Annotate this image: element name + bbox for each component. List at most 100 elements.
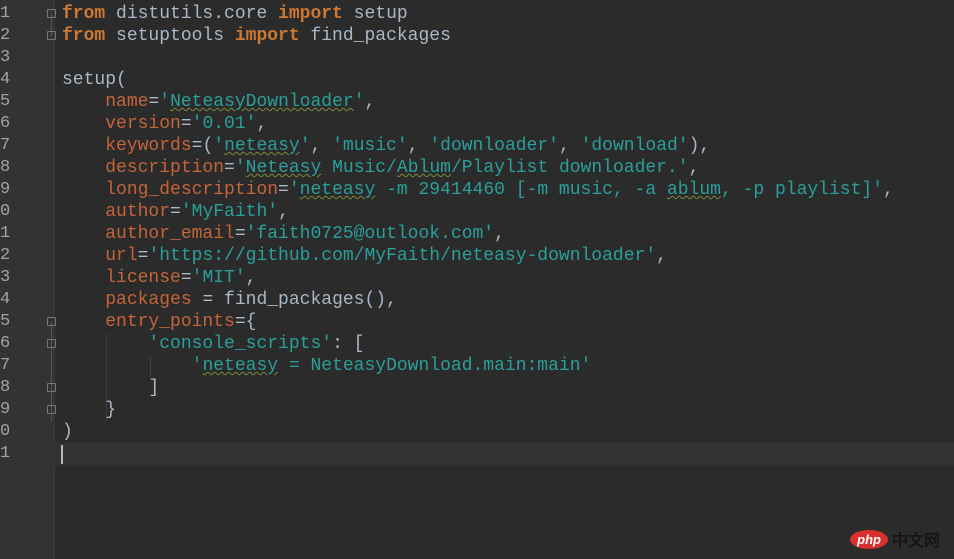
code-token: , xyxy=(364,92,376,112)
code-token: , xyxy=(310,136,333,156)
watermark: php 中文网 xyxy=(850,527,940,551)
string-token: Ablum xyxy=(396,158,451,178)
line-number: 9 xyxy=(0,180,11,199)
code-token: find_packages xyxy=(299,26,451,46)
code-editor[interactable]: from distutils.core import setup from set… xyxy=(62,3,954,465)
fold-icon[interactable] xyxy=(47,383,56,392)
string-token: neteasy xyxy=(224,136,300,156)
code-token: , xyxy=(407,136,430,156)
param-token: description xyxy=(105,158,225,178)
string-token: neteasy xyxy=(202,356,279,376)
string-token: ablum xyxy=(666,180,721,200)
code-token: setup xyxy=(342,4,408,24)
param-token: author_email xyxy=(105,224,235,244)
string-token: neteasy xyxy=(299,180,376,200)
param-token: name xyxy=(105,92,149,112)
code-line: } xyxy=(62,399,954,421)
code-token: , xyxy=(256,114,268,134)
code-token: =( xyxy=(191,136,214,156)
line-number: 8 xyxy=(0,158,11,177)
line-number: 3 xyxy=(0,268,11,287)
string-token: 'music' xyxy=(332,136,408,156)
line-number: 1 xyxy=(0,444,11,463)
string-token: 'download' xyxy=(580,136,689,156)
code-line: license='MIT', xyxy=(62,267,954,289)
string-token: -m 29414460 [-m music, -a xyxy=(375,180,667,200)
code-token: = xyxy=(278,180,289,200)
keyword-token: import xyxy=(234,26,300,46)
line-number: 5 xyxy=(0,312,11,331)
code-token: setup( xyxy=(62,70,127,90)
line-number: 1 xyxy=(0,224,11,243)
param-token: license xyxy=(105,268,181,288)
string-token: 'console_scripts' xyxy=(148,334,333,354)
string-token: ' xyxy=(288,180,300,200)
string-token: /Playlist downloader.' xyxy=(450,158,689,178)
code-line: name='NeteasyDownloader', xyxy=(62,91,954,113)
string-token: 'MyFaith' xyxy=(180,202,279,222)
line-number: 6 xyxy=(0,114,11,133)
line-number: 9 xyxy=(0,400,11,419)
string-token: , -p playlist]' xyxy=(720,180,883,200)
string-token: ' xyxy=(191,356,203,376)
code-line: url='https://github.com/MyFaith/neteasy-… xyxy=(62,245,954,267)
code-line: version='0.01', xyxy=(62,113,954,135)
string-token: 'faith0725@outlook.com' xyxy=(245,224,495,244)
code-line: ​ xyxy=(62,443,954,465)
line-number: 4 xyxy=(0,70,11,89)
code-token: = find_packages(), xyxy=(191,290,397,310)
param-token: entry_points xyxy=(105,312,235,332)
code-line: long_description='neteasy -m 29414460 [-… xyxy=(62,179,954,201)
line-number: 0 xyxy=(0,422,11,441)
fold-icon[interactable] xyxy=(47,9,56,18)
fold-icon[interactable] xyxy=(47,339,56,348)
line-number: 0 xyxy=(0,202,11,221)
line-number: 1 xyxy=(0,4,11,23)
line-number: 2 xyxy=(0,26,11,45)
code-line: from setuptools import find_packages xyxy=(62,25,954,47)
code-token: ] xyxy=(62,378,160,398)
string-token: ' xyxy=(234,158,246,178)
fold-icon[interactable] xyxy=(47,317,56,326)
fold-icon[interactable] xyxy=(47,405,56,414)
code-token: , xyxy=(245,268,257,288)
string-token: 'https://github.com/MyFaith/neteasy-down… xyxy=(148,246,657,266)
fold-icon[interactable] xyxy=(47,31,56,40)
code-line: packages = find_packages(), xyxy=(62,289,954,311)
code-token: } xyxy=(62,400,117,420)
keyword-token: from xyxy=(62,26,106,46)
code-line: author_email='faith0725@outlook.com', xyxy=(62,223,954,245)
param-token: author xyxy=(105,202,171,222)
string-token: '0.01' xyxy=(191,114,257,134)
code-line: 'console_scripts': [ xyxy=(62,333,954,355)
param-token: keywords xyxy=(105,136,192,156)
line-number: 6 xyxy=(0,334,11,353)
code-token: = xyxy=(148,92,160,112)
code-line: description='Neteasy Music/Ablum/Playlis… xyxy=(62,157,954,179)
watermark-logo: php xyxy=(850,529,888,549)
code-token: , xyxy=(558,136,581,156)
line-number-gutter: 1 2 3 4 5 6 7 8 9 0 1 2 3 4 5 6 7 8 9 0 1 xyxy=(0,0,55,559)
code-token: , xyxy=(688,158,700,178)
line-number: 5 xyxy=(0,92,11,111)
code-line: ] xyxy=(62,377,954,399)
keyword-token: import xyxy=(278,4,343,24)
code-token: setuptools xyxy=(105,26,235,46)
string-token: = NeteasyDownload.main:main' xyxy=(278,356,592,376)
code-line: ​ xyxy=(62,47,954,69)
code-line: entry_points={ xyxy=(62,311,954,333)
code-token: = xyxy=(180,268,192,288)
code-token: = xyxy=(180,114,192,134)
string-token: ' xyxy=(299,136,311,156)
code-line: keywords=('neteasy', 'music', 'downloade… xyxy=(62,135,954,157)
string-token: ' xyxy=(159,92,171,112)
